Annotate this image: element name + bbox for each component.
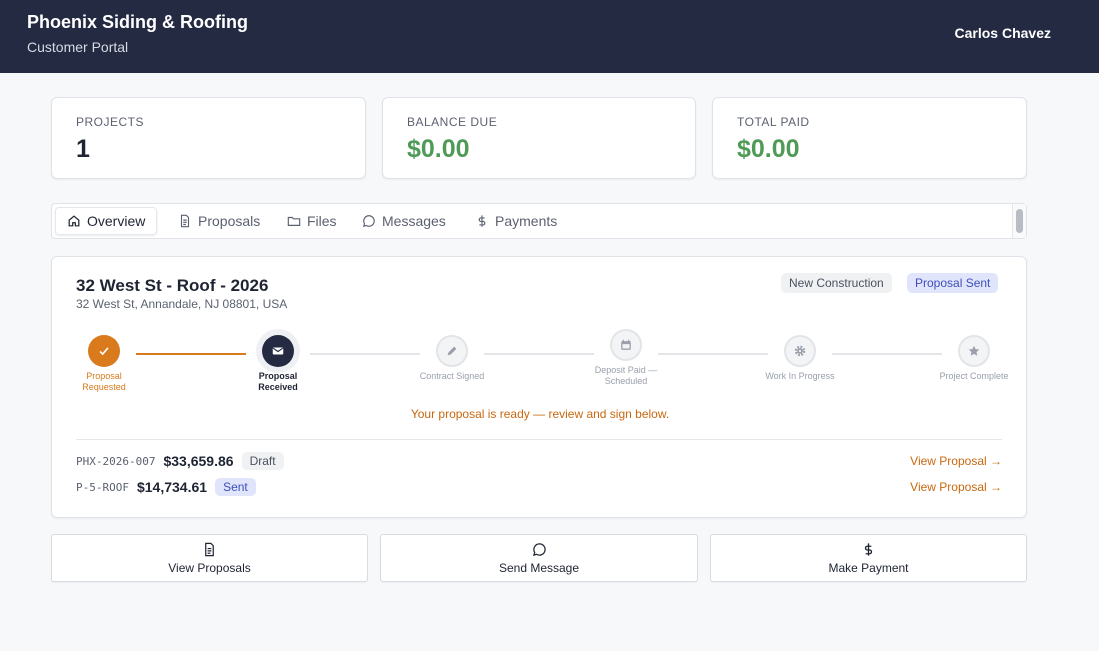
tab-overview[interactable]: Overview xyxy=(55,207,158,235)
tab-label: Proposals xyxy=(198,213,261,229)
pencil-icon xyxy=(447,346,457,356)
progress-step-deposit-paid: Deposit Paid — Scheduled xyxy=(586,329,666,387)
view-proposals-button[interactable]: View Proposals xyxy=(51,534,368,582)
star-icon xyxy=(968,345,980,356)
progress-step-proposal-requested: Proposal Requested xyxy=(64,335,144,393)
button-label: Send Message xyxy=(498,560,580,575)
project-address: 32 West St, Annandale, NJ 08801, USA xyxy=(76,297,288,311)
tab-label: Messages xyxy=(382,213,446,229)
tab-payments[interactable]: Payments xyxy=(464,207,568,235)
view-proposal-link[interactable]: View Proposal → xyxy=(910,454,1002,468)
step-label: Proposal Requested xyxy=(82,371,126,392)
proposal-row: PHX-2026-007 $33,659.86 Draft View Propo… xyxy=(76,451,1002,471)
dollar-icon xyxy=(478,215,486,227)
proposal-status-badge: Draft xyxy=(241,452,284,470)
step-circle xyxy=(262,335,294,367)
progress-connector xyxy=(136,353,246,355)
step-label: Contract Signed xyxy=(419,371,485,381)
step-circle xyxy=(610,329,642,361)
make-payment-button[interactable]: Make Payment xyxy=(710,534,1027,582)
proposal-amount: $14,734.61 xyxy=(136,479,208,495)
tab-label: Payments xyxy=(495,213,558,229)
step-label: Work In Progress xyxy=(765,371,835,381)
step-label: Deposit Paid — Scheduled xyxy=(594,365,658,386)
tab-label: Files xyxy=(307,213,337,229)
document-icon xyxy=(205,542,214,556)
calendar-icon xyxy=(621,339,631,350)
view-proposal-link[interactable]: View Proposal → xyxy=(910,480,1002,494)
step-label: Project Complete xyxy=(939,371,1009,381)
stat-label: BALANCE DUE xyxy=(407,115,498,129)
brand-name: Phoenix Siding & Roofing xyxy=(27,12,248,32)
progress-connector xyxy=(832,353,942,355)
stat-card-balance-due: BALANCE DUE $0.00 xyxy=(382,97,696,179)
check-icon xyxy=(99,347,109,356)
proposal-row: P-5-ROOF $14,734.61 Sent View Proposal → xyxy=(76,477,1002,497)
user-name[interactable]: Carlos Chavez xyxy=(955,25,1051,41)
stat-value: $0.00 xyxy=(407,135,470,163)
stat-label: PROJECTS xyxy=(76,115,145,129)
tab-files[interactable]: Files xyxy=(276,207,348,235)
progress-step-contract-signed: Contract Signed xyxy=(412,335,492,382)
step-circle xyxy=(958,335,990,367)
button-label: Make Payment xyxy=(828,560,909,575)
envelope-icon xyxy=(272,347,284,355)
tab-proposals[interactable]: Proposals xyxy=(167,207,271,235)
send-message-button[interactable]: Send Message xyxy=(380,534,698,582)
project-card: 32 West St - Roof - 2026 32 West St, Ann… xyxy=(51,256,1027,518)
progress-connector xyxy=(310,353,420,355)
progress-step-project-complete: Project Complete xyxy=(934,335,1014,382)
folder-icon xyxy=(287,216,301,226)
project-title: 32 West St - Roof - 2026 xyxy=(76,276,269,295)
message-icon xyxy=(532,542,546,556)
divider xyxy=(76,439,1002,440)
message-icon xyxy=(362,215,375,228)
document-icon xyxy=(180,214,190,228)
home-icon xyxy=(68,215,80,227)
progress-connector xyxy=(484,353,594,355)
dollar-icon xyxy=(864,542,873,556)
step-circle xyxy=(784,335,816,367)
project-type-badge: New Construction xyxy=(781,273,892,293)
tab-messages[interactable]: Messages xyxy=(351,207,457,235)
portal-subtitle: Customer Portal xyxy=(27,39,129,55)
stat-card-total-paid: TOTAL PAID $0.00 xyxy=(712,97,1027,179)
scrollbar-thumb[interactable] xyxy=(1016,209,1023,233)
proposal-number: PHX-2026-007 xyxy=(76,454,156,468)
proposal-status-badge: Sent xyxy=(215,478,256,496)
button-label: View Proposals xyxy=(168,560,251,575)
progress-connector xyxy=(658,353,768,355)
stat-value: $0.00 xyxy=(737,135,800,163)
stat-value: 1 xyxy=(76,135,90,163)
step-circle xyxy=(88,335,120,367)
stat-label: TOTAL PAID xyxy=(737,115,810,129)
gear-icon xyxy=(794,345,806,357)
progress-step-proposal-received: Proposal Received xyxy=(238,335,318,393)
status-message: Your proposal is ready — review and sign… xyxy=(410,407,670,421)
tab-bar: Overview Proposals Files Messages Paymen… xyxy=(51,203,1027,239)
stat-card-projects: PROJECTS 1 xyxy=(51,97,366,179)
proposal-number: P-5-ROOF xyxy=(76,480,129,494)
project-status-badge: Proposal Sent xyxy=(907,273,999,293)
progress-step-work-in-progress: Work In Progress xyxy=(760,335,840,382)
app-header: Phoenix Siding & Roofing Customer Portal… xyxy=(0,0,1099,73)
proposal-amount: $33,659.86 xyxy=(163,453,234,469)
tab-label: Overview xyxy=(87,213,146,229)
tab-scrollbar[interactable] xyxy=(1012,204,1026,238)
step-label: Proposal Received xyxy=(258,371,298,392)
step-circle xyxy=(436,335,468,367)
